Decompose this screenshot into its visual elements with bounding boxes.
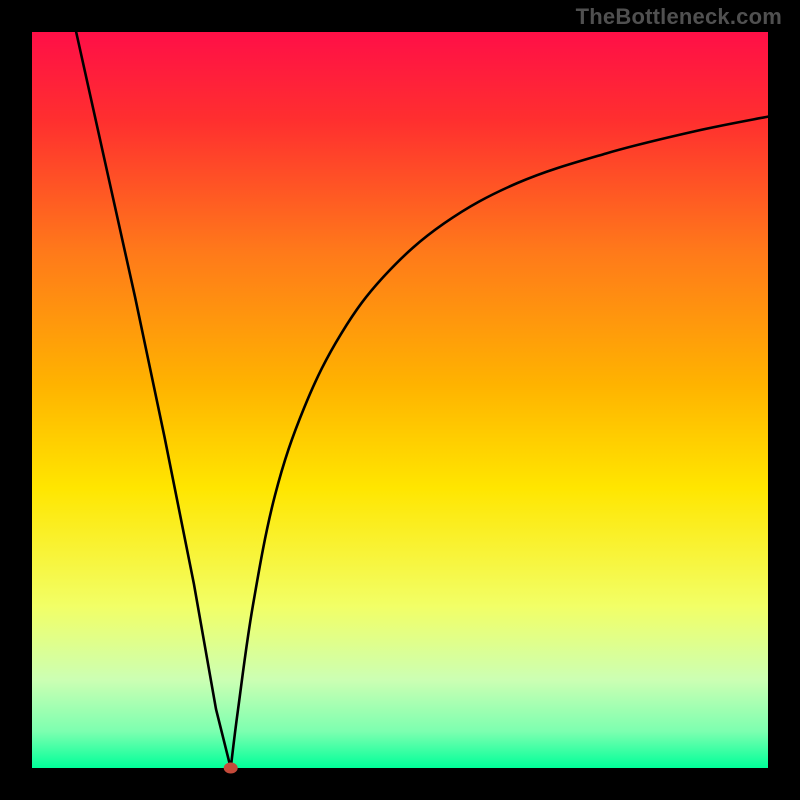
chart-frame: TheBottleneck.com (0, 0, 800, 800)
chart-canvas (0, 0, 800, 800)
plot-gradient-background (32, 32, 768, 768)
minimum-marker (224, 763, 238, 774)
watermark-text: TheBottleneck.com (576, 4, 782, 30)
